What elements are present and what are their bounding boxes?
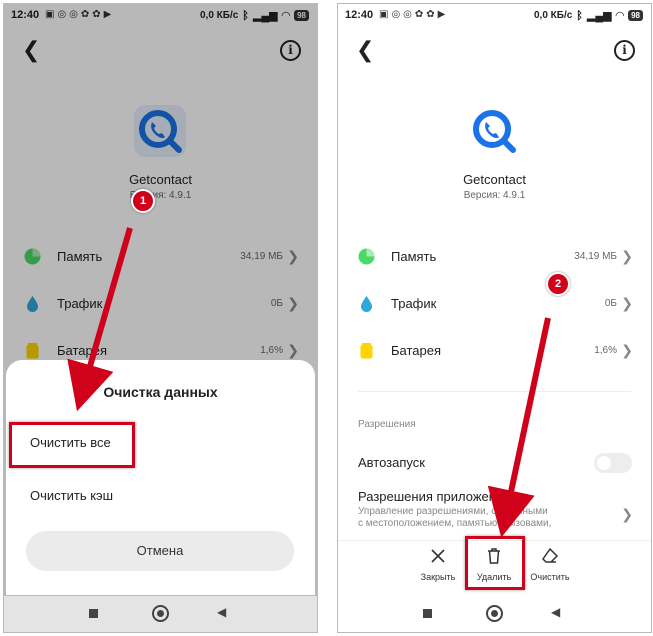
info-icon[interactable]: i: [614, 40, 635, 61]
nav-bar: ◀: [338, 596, 651, 632]
info-row-memory[interactable]: Память 34,19 МБ ❯: [338, 245, 651, 269]
cancel-button[interactable]: Отмена: [26, 531, 294, 571]
step-badge-1: 1: [131, 189, 155, 213]
autostart-toggle[interactable]: [594, 453, 632, 473]
back-triangle-icon[interactable]: ◀: [551, 605, 560, 619]
clear-cache-option[interactable]: Очистить кэш: [30, 488, 113, 503]
phone-screen-left: 12:40 ▣◎◎✿✿▶ 0,0 КБ/с ᛒ ▂▄▆ ◠ 98 ❮ i Get…: [3, 3, 318, 633]
row-label: Батарея: [391, 343, 442, 358]
status-bar: 12:40 ▣◎◎✿✿▶ 0,0 КБ/с ᛒ ▂▄▆ ◠ 98: [338, 4, 651, 26]
bluetooth-icon: ᛒ: [576, 9, 583, 22]
home-circle-icon[interactable]: [486, 605, 503, 622]
sheet-title: Очистка данных: [103, 384, 218, 400]
row-value: 1,6%: [594, 345, 617, 356]
recents-square-icon[interactable]: [423, 609, 432, 618]
clear-action-button[interactable]: Очистить: [520, 547, 580, 582]
highlight-clear-all: [9, 422, 135, 468]
back-arrow-icon[interactable]: ❮: [356, 39, 374, 61]
row-value: 0Б: [604, 298, 617, 309]
phone-screen-right: 12:40 ▣◎◎✿✿▶ 0,0 КБ/с ᛒ ▂▄▆ ◠ 98 ❮ i Get…: [337, 3, 652, 633]
back-triangle-icon[interactable]: ◀: [217, 605, 226, 619]
memory-pie-icon: [358, 248, 375, 265]
chevron-right-icon: ❯: [621, 295, 633, 311]
info-row-traffic[interactable]: Трафик 0Б ❯: [338, 292, 651, 316]
row-label: Трафик: [391, 296, 437, 311]
getcontact-app-icon: [473, 110, 516, 153]
row-label: Память: [391, 249, 437, 264]
permissions-section-label: Разрешения: [358, 419, 416, 430]
eraser-icon: [542, 547, 559, 563]
traffic-drop-icon: [361, 296, 372, 312]
clear-label: Очистить: [530, 572, 570, 582]
signal-icon: ▂▄▆: [586, 10, 612, 22]
close-x-icon: [431, 549, 445, 563]
step-badge-2: 2: [546, 272, 570, 296]
battery-icon: 98: [628, 10, 643, 21]
close-action-button[interactable]: Закрыть: [408, 547, 468, 582]
permissions-desc-1: Управление разрешениями, связанными: [358, 506, 548, 517]
row-value: 34,19 МБ: [574, 251, 617, 262]
app-permissions-label[interactable]: Разрешения приложений: [358, 489, 510, 504]
recents-square-icon[interactable]: [89, 609, 98, 618]
home-circle-icon[interactable]: [152, 605, 169, 622]
notification-icons: ▣◎◎✿✿▶: [379, 9, 449, 20]
app-version: Версия: 4.9.1: [463, 190, 526, 201]
close-label: Закрыть: [420, 572, 456, 582]
status-time: 12:40: [345, 9, 374, 21]
app-name: Getcontact: [463, 172, 526, 187]
network-speed: 0,0 КБ/с: [533, 10, 573, 21]
nav-bar: ◀: [4, 596, 317, 632]
chevron-right-icon: ❯: [621, 342, 633, 358]
divider: [358, 391, 631, 392]
highlight-delete: [465, 536, 525, 590]
permissions-desc-2: с местоположением, памятью, вызовами,: [358, 518, 552, 529]
wifi-icon: ◠: [615, 10, 625, 22]
chevron-right-icon: ❯: [621, 248, 633, 264]
clear-data-sheet: Очистка данных Очистить все Очистить кэш…: [6, 360, 315, 595]
info-row-battery[interactable]: Батарея 1,6% ❯: [338, 339, 651, 363]
autostart-label: Автозапуск: [358, 455, 425, 470]
chevron-right-icon: ❯: [621, 506, 633, 522]
battery-level-icon: [360, 343, 373, 359]
